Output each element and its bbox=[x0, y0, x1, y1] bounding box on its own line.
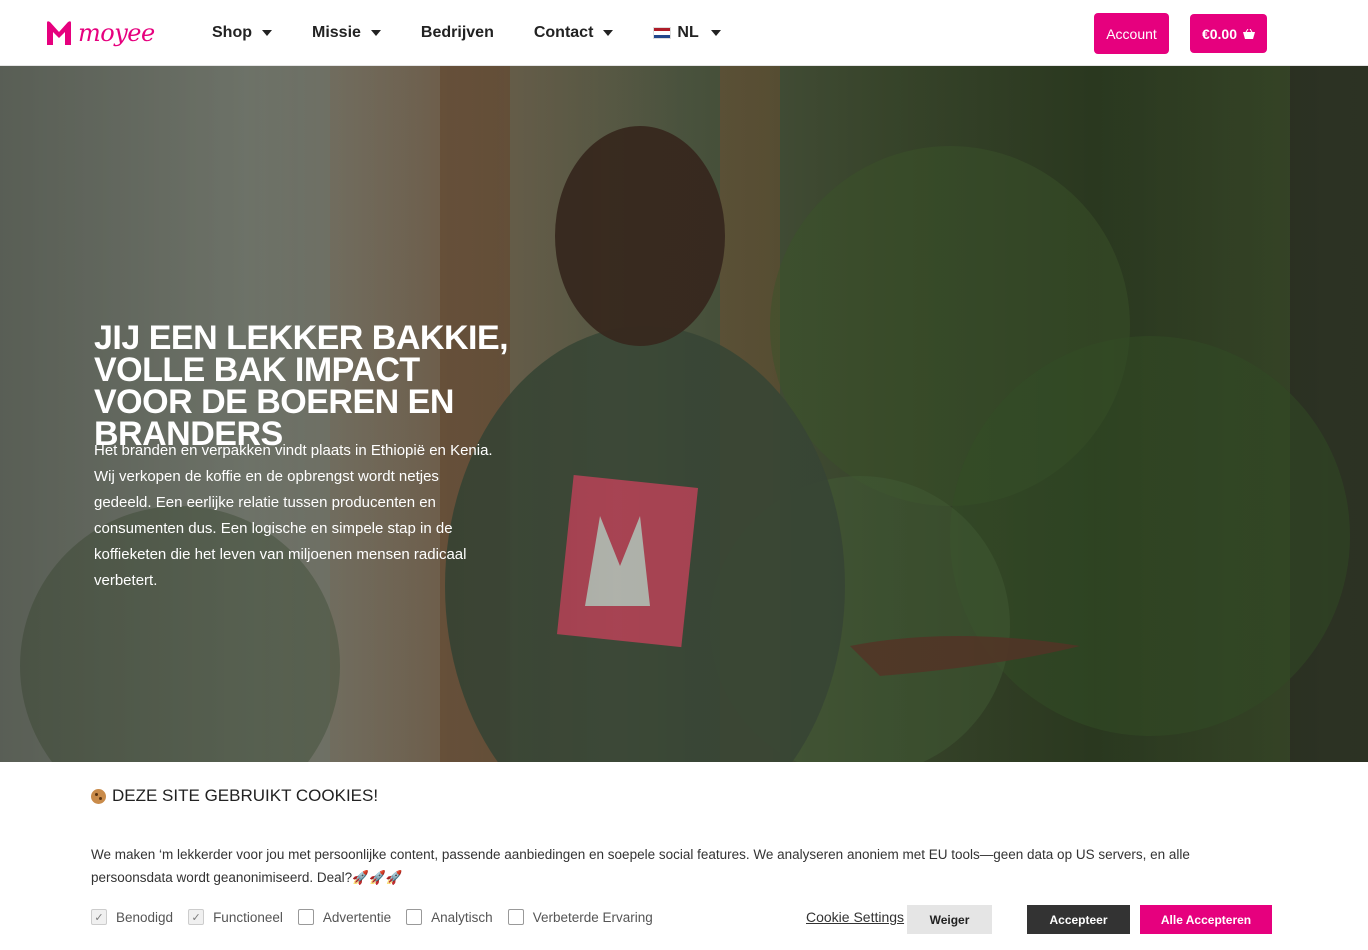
checkbox-box[interactable] bbox=[507, 909, 524, 925]
accept-button[interactable]: Accepteer bbox=[1027, 905, 1130, 934]
logo-m-icon bbox=[47, 21, 71, 45]
netherlands-flag-icon bbox=[653, 27, 672, 39]
cookie-checkbox-verbeterde-ervaring[interactable]: Verbeterde Ervaring bbox=[507, 909, 653, 925]
cookie-banner-title: Deze site gebruikt cookies! bbox=[91, 786, 378, 806]
account-button[interactable]: Account bbox=[1094, 13, 1169, 54]
nav-item-contact[interactable]: Contact bbox=[534, 24, 614, 42]
cookie-banner-text: We maken ‘m lekkerder voor jou met perso… bbox=[91, 847, 1190, 885]
cookie-checkbox-analytisch[interactable]: Analytisch bbox=[406, 909, 493, 925]
hero-section: Jij een lekker bakkie, volle bak impact … bbox=[0, 66, 1368, 762]
hero-title: Jij een lekker bakkie, volle bak impact … bbox=[94, 319, 509, 453]
cookie-banner: Deze site gebruikt cookies! We maken ‘m … bbox=[0, 762, 1368, 950]
nav-item-label: Shop bbox=[212, 24, 252, 41]
checkbox-label: Benodigd bbox=[116, 909, 174, 925]
cookie-settings-link[interactable]: Cookie Settings bbox=[806, 909, 904, 925]
site-header: moyee Shop Missie Bedrijven Contact NL A… bbox=[0, 0, 1368, 66]
cookie-checkbox-functioneel[interactable]: ✓ Functioneel bbox=[188, 909, 283, 925]
checkbox-box[interactable] bbox=[406, 909, 423, 925]
logo-text: moyee bbox=[78, 19, 155, 47]
hero-description: Het branden en verpakken vindt plaats in… bbox=[94, 442, 493, 589]
checkbox-label: Advertentie bbox=[322, 909, 392, 925]
cart-total: €0.00 bbox=[1201, 25, 1238, 42]
nav-item-missie[interactable]: Missie bbox=[312, 24, 381, 42]
checkbox-label: Verbeterde Ervaring bbox=[532, 909, 653, 925]
nav-item-label: Contact bbox=[533, 24, 594, 41]
cookie-category-list: ✓ Benodigd ✓ Functioneel Advertentie Ana… bbox=[91, 909, 668, 925]
language-switcher[interactable]: NL bbox=[653, 24, 721, 42]
nav-item-label: Bedrijven bbox=[420, 24, 494, 41]
nav-item-label: Missie bbox=[312, 24, 361, 41]
checkmark-icon[interactable]: ✓ bbox=[188, 909, 205, 925]
checkbox-box[interactable] bbox=[297, 909, 314, 925]
accept-all-button[interactable]: Alle Accepteren bbox=[1140, 905, 1272, 934]
checkmark-icon[interactable]: ✓ bbox=[91, 909, 107, 925]
cookie-checkbox-benodigd[interactable]: ✓ Benodigd bbox=[91, 909, 173, 925]
moyee-logo[interactable]: moyee bbox=[44, 16, 155, 50]
basket-icon bbox=[1243, 28, 1256, 39]
deny-button[interactable]: Weiger bbox=[907, 905, 992, 934]
language-label: NL bbox=[677, 24, 699, 41]
checkbox-label: Functioneel bbox=[213, 909, 283, 925]
checkbox-label: Analytisch bbox=[431, 909, 493, 925]
cookie-checkbox-advertentie[interactable]: Advertentie bbox=[297, 909, 392, 925]
main-nav: Shop Missie Bedrijven Contact NL bbox=[212, 0, 761, 66]
cookie-title-text: Deze site gebruikt cookies! bbox=[112, 786, 379, 805]
caret-down-icon bbox=[603, 30, 614, 36]
cookie-icon bbox=[91, 788, 106, 804]
caret-down-icon bbox=[370, 30, 381, 36]
caret-down-icon bbox=[262, 30, 272, 36]
nav-item-bedrijven[interactable]: Bedrijven bbox=[421, 24, 494, 42]
cart-button[interactable]: €0.00 bbox=[1190, 14, 1267, 53]
caret-down-icon bbox=[710, 30, 721, 36]
nav-item-shop[interactable]: Shop bbox=[212, 24, 272, 42]
